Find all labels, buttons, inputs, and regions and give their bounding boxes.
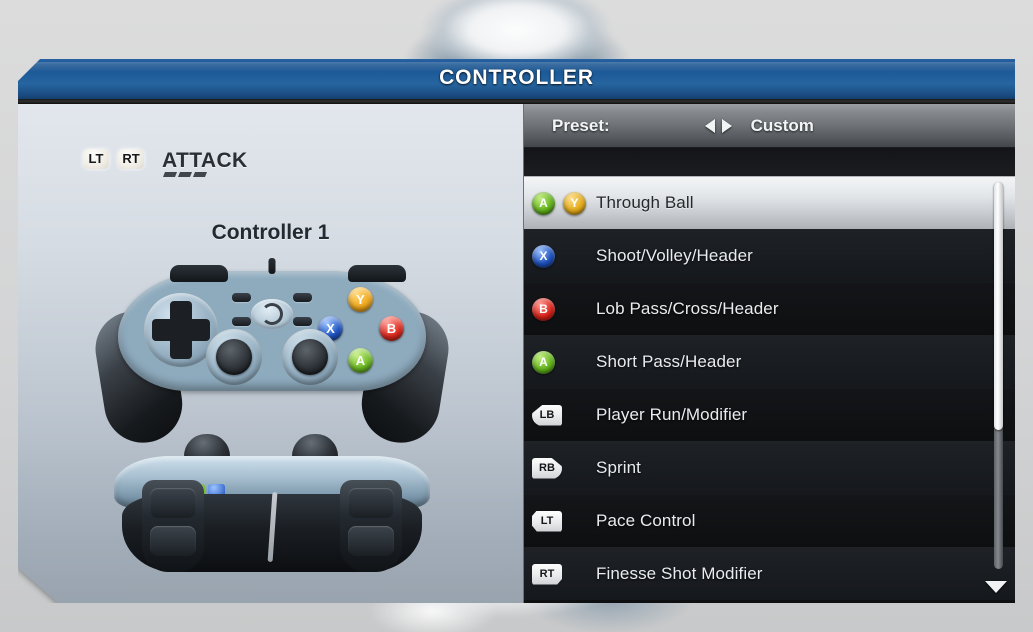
binding-label: Pace Control	[596, 511, 696, 530]
scrollbar[interactable]	[994, 182, 1003, 569]
binding-label: Finesse Shot Modifier	[596, 564, 763, 583]
lt-badge[interactable]: LT	[83, 149, 109, 169]
binding-row[interactable]: RT Finesse Shot Modifier	[524, 547, 1015, 600]
binding-icons: A	[524, 350, 596, 374]
x-button-icon: X	[532, 244, 555, 268]
gamepad-front-image: Y B A X	[90, 258, 454, 449]
list-top-spacer	[524, 148, 1015, 176]
binding-row[interactable]: X Shoot/Volley/Header	[524, 229, 1015, 282]
arrow-left-icon[interactable]	[704, 118, 715, 133]
gamepad-cable	[268, 258, 276, 274]
section-label-wrap: ATTACK	[162, 149, 248, 177]
trigger-left	[142, 480, 204, 572]
binding-row[interactable]: B Lob Pass/Cross/Header	[524, 282, 1015, 335]
controller-number-label: Controller 1	[211, 221, 330, 244]
binding-row[interactable]: LB Player Run/Modifier	[524, 388, 1015, 441]
binding-icons: AY	[524, 191, 596, 215]
mini-button-3	[232, 317, 251, 326]
shoulder-button-right	[348, 265, 406, 282]
preset-selector[interactable]: Preset: Custom	[524, 104, 1015, 148]
preset-label: Preset:	[552, 115, 610, 135]
binding-icons: LB	[524, 404, 596, 426]
mini-button-1	[232, 293, 251, 302]
controller-dialog: CONTROLLER LT RT ATTACK Controller 1 Y B…	[18, 59, 1015, 603]
preset-value: Custom	[750, 115, 814, 135]
gamepad-shoulder-buttons	[170, 265, 406, 285]
analog-stick-left	[206, 329, 262, 385]
binding-icons: RB	[524, 457, 596, 479]
face-button-a: A	[348, 348, 373, 373]
scrollbar-thumb[interactable]	[994, 182, 1003, 430]
title-bar: CONTROLLER	[18, 59, 1015, 99]
dialog-body: LT RT ATTACK Controller 1 Y B A X Preset…	[18, 104, 1015, 603]
binding-row[interactable]: RB Sprint	[524, 441, 1015, 494]
binding-icons: X	[524, 244, 596, 268]
rb-button-icon: RB	[532, 457, 562, 479]
lb-button-icon: LB	[532, 404, 562, 426]
page-title: CONTROLLER	[439, 66, 594, 89]
b-button-icon: B	[532, 297, 555, 321]
shoulder-button-left	[170, 265, 228, 282]
binding-label: Lob Pass/Cross/Header	[596, 299, 779, 318]
binding-row[interactable]: A Y Through Ball	[524, 176, 1015, 229]
gamepad-body: Y B A X	[118, 258, 426, 391]
chevron-down-icon[interactable]	[985, 581, 1007, 593]
section-label: ATTACK	[162, 149, 248, 172]
binding-label: Short Pass/Header	[596, 352, 742, 371]
mini-button-2	[293, 293, 312, 302]
binding-row[interactable]: LT Pace Control	[524, 494, 1015, 547]
binding-icons: RT	[524, 563, 596, 585]
y-button-icon: Y	[563, 191, 586, 215]
page-indicator-dashes	[162, 172, 208, 177]
lt-button-icon: LT	[532, 510, 562, 532]
binding-list[interactable]: A Y Through Ball X Shoot/Volley/Header B Lob P…	[524, 176, 1015, 600]
gamepad-rear-image	[106, 434, 438, 594]
preset-arrows	[704, 118, 732, 133]
controller-preview-panel: LT RT ATTACK Controller 1 Y B A X	[18, 104, 524, 603]
binding-label: Through Ball	[596, 193, 694, 212]
rt-button-icon: RT	[532, 563, 562, 585]
mini-button-4	[293, 317, 312, 326]
rt-badge[interactable]: RT	[118, 149, 144, 169]
binding-label: Shoot/Volley/Header	[596, 246, 753, 265]
binding-label: Player Run/Modifier	[596, 405, 748, 424]
analog-stick-right	[282, 329, 338, 385]
binding-row[interactable]: A Short Pass/Header	[524, 335, 1015, 388]
face-button-y: Y	[348, 287, 373, 312]
face-button-b: B	[379, 316, 404, 341]
binding-label: Sprint	[596, 458, 642, 477]
a-button-icon: A	[532, 191, 555, 215]
logitech-logo-icon	[251, 299, 293, 329]
section-header: LT RT ATTACK	[83, 149, 248, 177]
binding-icons: LT	[524, 510, 596, 532]
a-button-icon: A	[532, 350, 555, 374]
trigger-right	[340, 480, 402, 572]
arrow-right-icon[interactable]	[721, 118, 732, 133]
binding-icons: B	[524, 297, 596, 321]
bindings-panel: Preset: Custom A Y Through Ball X Shoot/Voll…	[524, 104, 1015, 603]
